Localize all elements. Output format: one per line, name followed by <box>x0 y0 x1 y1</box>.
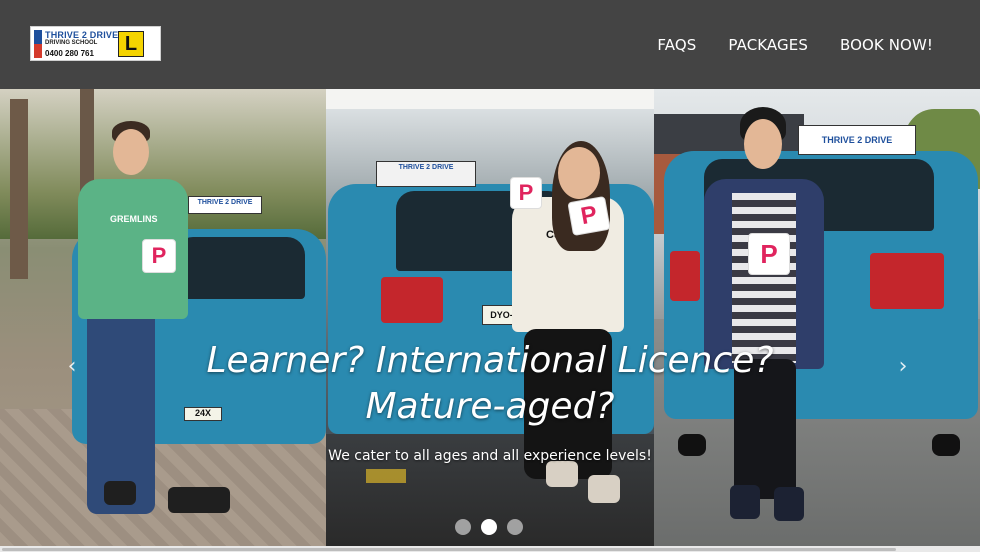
student-face <box>113 129 149 175</box>
p-plate: P <box>567 195 611 237</box>
tail-light <box>870 253 944 309</box>
student-shoe <box>730 485 760 519</box>
carousel-indicators <box>455 519 523 535</box>
carousel-caption-subtitle: We cater to all ages and all experience … <box>328 448 652 464</box>
tail-light <box>381 277 443 323</box>
student-shoe <box>168 487 230 513</box>
site-header: THRIVE 2 DRIVE DRIVING SCHOOL 0400 280 7… <box>0 0 980 89</box>
student-shoe <box>588 475 620 503</box>
roof-sign: THRIVE 2 DRIVE <box>798 125 916 155</box>
roof-sign: THRIVE 2 DRIVE <box>188 196 262 214</box>
student-photo-2: THRIVE 2 DRIVE DYO-2 C&M P P <box>326 89 654 546</box>
horizontal-scrollbar-thumb[interactable] <box>2 548 896 551</box>
student-face <box>558 147 600 199</box>
student-shoe <box>774 487 804 521</box>
logo-flag-icon <box>34 30 42 58</box>
logo-phone-text: 0400 280 761 <box>45 49 94 58</box>
tail-light <box>670 251 700 301</box>
student-shoe <box>546 461 578 487</box>
student-photo-3: THRIVE 2 DRIVE P <box>654 89 980 546</box>
tree-trunk <box>10 99 28 279</box>
student-shoe <box>104 481 136 505</box>
logo-subtitle-text: DRIVING SCHOOL <box>45 40 98 46</box>
main-nav: FAQS PACKAGES BOOK NOW! <box>657 36 933 54</box>
student-face <box>744 119 782 169</box>
student-photo-1: THRIVE 2 DRIVE 24X GREMLINS P <box>0 89 326 546</box>
site-logo[interactable]: THRIVE 2 DRIVE DRIVING SCHOOL 0400 280 7… <box>30 26 161 61</box>
car-wheel <box>932 434 960 456</box>
p-plate: P <box>748 233 790 275</box>
p-plate: P <box>510 177 542 209</box>
roof-sign: THRIVE 2 DRIVE <box>376 161 476 187</box>
carousel-dot-3[interactable] <box>507 519 523 535</box>
car-windscreen <box>175 237 305 299</box>
logo-brand-text: THRIVE 2 DRIVE <box>45 30 119 40</box>
chevron-left-icon[interactable]: ‹ <box>62 355 82 379</box>
carousel-caption-title: Learner? International Licence? Mature-a… <box>206 340 774 427</box>
l-plate-icon: L <box>118 31 144 57</box>
floor-marking <box>366 469 406 483</box>
shirt-print: GREMLINS <box>110 214 158 224</box>
p-plate: P <box>142 239 176 273</box>
chevron-right-icon[interactable]: › <box>893 355 913 379</box>
ceiling-light <box>326 89 654 109</box>
nav-link-book-now[interactable]: BOOK NOW! <box>840 36 933 54</box>
carousel-dot-2[interactable] <box>481 519 497 535</box>
nav-link-packages[interactable]: PACKAGES <box>728 36 808 54</box>
hero-carousel: THRIVE 2 DRIVE 24X GREMLINS P THRIVE 2 D… <box>0 89 980 546</box>
carousel-dot-1[interactable] <box>455 519 471 535</box>
nav-link-faqs[interactable]: FAQS <box>657 36 696 54</box>
